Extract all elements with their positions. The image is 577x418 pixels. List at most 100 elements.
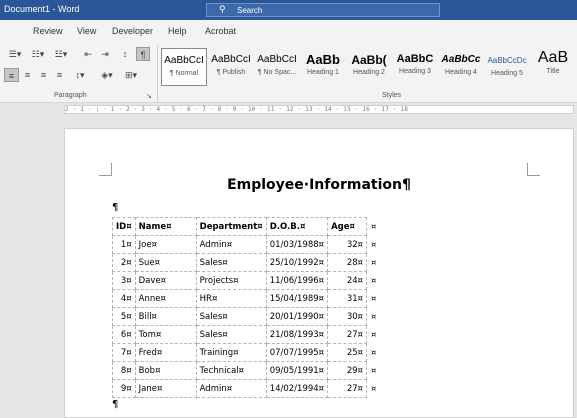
cell-id[interactable]: 1¤ [112, 235, 136, 254]
cell-age[interactable]: 24¤ [327, 271, 368, 290]
style-heading-1[interactable]: AaBb Heading 1 [300, 48, 346, 86]
align-center-button[interactable]: ≡ [20, 68, 35, 82]
ruler-bar: 2 · 1 · ❘ · 1 · 2 · 3 · 4 · 5 · 6 · 7 · … [64, 105, 574, 114]
cell-department[interactable]: HR¤ [195, 289, 267, 308]
employee-table[interactable]: ID¤ Name¤ Department¤ D.O.B.¤ Age¤ ¤ 1¤ J… [112, 217, 380, 398]
cell-age[interactable]: 28¤ [327, 253, 368, 272]
header-id[interactable]: ID¤ [112, 217, 136, 236]
cell-age[interactable]: 27¤ [327, 379, 368, 398]
cell-age[interactable]: 30¤ [327, 307, 368, 326]
margin-corner-mark [99, 163, 112, 176]
numbering-button[interactable]: ☷▾ [27, 47, 49, 61]
cell-name[interactable]: Fred¤ [134, 343, 197, 362]
header-department[interactable]: Department¤ [195, 217, 267, 236]
style-heading-4[interactable]: AaBbCc Heading 4 [438, 48, 484, 86]
style-sample: AaB [537, 49, 569, 66]
cell-dob[interactable]: 25/10/1992¤ [265, 253, 329, 272]
horizontal-ruler[interactable]: 2 · 1 · ❘ · 1 · 2 · 3 · 4 · 5 · 6 · 7 · … [0, 103, 577, 115]
cell-id[interactable]: 7¤ [112, 343, 136, 362]
document-page[interactable]: Employee·Information¶ ¶ ID¤ Name¤ Depart… [64, 128, 574, 418]
cell-name[interactable]: Bob¤ [134, 361, 197, 380]
cell-department[interactable]: Projects¤ [195, 271, 267, 290]
cell-department[interactable]: Sales¤ [195, 253, 267, 272]
style-name: ¶ Publish [216, 69, 246, 76]
cell-age[interactable]: 32¤ [327, 235, 368, 254]
paragraph-dialog-launcher-icon[interactable]: ↘ [146, 92, 152, 100]
style-normal[interactable]: AaBbCcI ¶ Normal [161, 48, 207, 86]
style-name: ¶ No Spac... [257, 69, 297, 76]
cell-id[interactable]: 8¤ [112, 361, 136, 380]
row-end-marker: ¤ [371, 294, 377, 303]
cell-name[interactable]: Tom¤ [134, 325, 197, 344]
header-age[interactable]: Age¤ [327, 217, 368, 236]
cell-department[interactable]: Admin¤ [195, 379, 267, 398]
row-end-marker: ¤ [371, 312, 377, 321]
cell-id[interactable]: 9¤ [112, 379, 136, 398]
cell-dob[interactable]: 20/01/1990¤ [265, 307, 329, 326]
document-title[interactable]: Employee·Information¶ [65, 177, 573, 193]
show-formatting-button[interactable]: ¶ [136, 47, 150, 61]
align-right-button[interactable]: ≡ [36, 68, 51, 82]
cell-dob[interactable]: 07/07/1995¤ [265, 343, 329, 362]
cell-name[interactable]: Bill¤ [134, 307, 197, 326]
style-no-spacing[interactable]: AaBbCcI ¶ No Spac... [254, 48, 300, 86]
cell-department[interactable]: Admin¤ [195, 235, 267, 254]
style-heading-3[interactable]: AaBbC Heading 3 [392, 48, 438, 86]
cell-id[interactable]: 4¤ [112, 289, 136, 308]
cell-name[interactable]: Dave¤ [134, 271, 197, 290]
cell-dob[interactable]: 15/04/1989¤ [265, 289, 329, 308]
paragraph-mark: ¶ [112, 399, 119, 410]
cell-name[interactable]: Anne¤ [134, 289, 197, 308]
cell-dob[interactable]: 14/02/1994¤ [265, 379, 329, 398]
style-sample: AaBbCcI [211, 54, 251, 65]
row-end-marker: ¤ [371, 222, 377, 231]
cell-dob[interactable]: 21/08/1993¤ [265, 325, 329, 344]
cell-name[interactable]: Jane¤ [134, 379, 197, 398]
decrease-indent-button[interactable]: ⇤ [80, 47, 96, 61]
bullets-button[interactable]: ☰▾ [4, 47, 26, 61]
cell-department[interactable]: Training¤ [195, 343, 267, 362]
cell-name[interactable]: Sue¤ [134, 253, 197, 272]
tab-view[interactable]: View [77, 26, 96, 36]
table-row: 6¤ Tom¤ Sales¤ 21/08/1993¤ 27¤ ¤ [112, 325, 380, 344]
cell-id[interactable]: 5¤ [112, 307, 136, 326]
line-spacing-button[interactable]: ↕▾ [70, 68, 90, 82]
justify-button[interactable]: ≡ [52, 68, 67, 82]
table-row: 8¤ Bob¤ Technical¤ 09/05/1991¤ 29¤ ¤ [112, 361, 380, 380]
tab-help[interactable]: Help [168, 26, 187, 36]
shading-button[interactable]: ◈▾ [96, 68, 118, 82]
sort-button[interactable]: ↕ [117, 47, 133, 61]
tab-acrobat[interactable]: Acrobat [205, 26, 236, 36]
cell-department[interactable]: Sales¤ [195, 307, 267, 326]
header-name[interactable]: Name¤ [134, 217, 197, 236]
margin-corner-mark [527, 163, 540, 176]
table-row: 3¤ Dave¤ Projects¤ 11/06/1996¤ 24¤ ¤ [112, 271, 380, 290]
style-heading-2[interactable]: AaBb( Heading 2 [346, 48, 392, 86]
align-left-button[interactable]: ≡ [4, 68, 19, 82]
cell-age[interactable]: 29¤ [327, 361, 368, 380]
style-title[interactable]: AaB Title [530, 48, 576, 86]
multilevel-list-button[interactable]: ☳▾ [50, 47, 72, 61]
tab-developer[interactable]: Developer [112, 26, 153, 36]
cell-dob[interactable]: 01/03/1988¤ [265, 235, 329, 254]
search-box[interactable]: ⚲ Search [206, 3, 440, 17]
increase-indent-button[interactable]: ⇥ [97, 47, 113, 61]
cell-name[interactable]: Joe¤ [134, 235, 197, 254]
header-dob[interactable]: D.O.B.¤ [265, 217, 329, 236]
cell-age[interactable]: 27¤ [327, 325, 368, 344]
cell-age[interactable]: 25¤ [327, 343, 368, 362]
borders-button[interactable]: ⊞▾ [120, 68, 142, 82]
cell-id[interactable]: 6¤ [112, 325, 136, 344]
style-publish[interactable]: AaBbCcI ¶ Publish [208, 48, 254, 86]
cell-id[interactable]: 2¤ [112, 253, 136, 272]
cell-dob[interactable]: 09/05/1991¤ [265, 361, 329, 380]
style-sample: AaBbCcI [257, 54, 297, 65]
cell-department[interactable]: Sales¤ [195, 325, 267, 344]
cell-age[interactable]: 31¤ [327, 289, 368, 308]
style-heading-5[interactable]: AaBbCcDc Heading 5 [484, 48, 530, 86]
row-end-marker: ¤ [371, 384, 377, 393]
tab-review[interactable]: Review [33, 26, 63, 36]
cell-id[interactable]: 3¤ [112, 271, 136, 290]
cell-department[interactable]: Technical¤ [195, 361, 267, 380]
cell-dob[interactable]: 11/06/1996¤ [265, 271, 329, 290]
